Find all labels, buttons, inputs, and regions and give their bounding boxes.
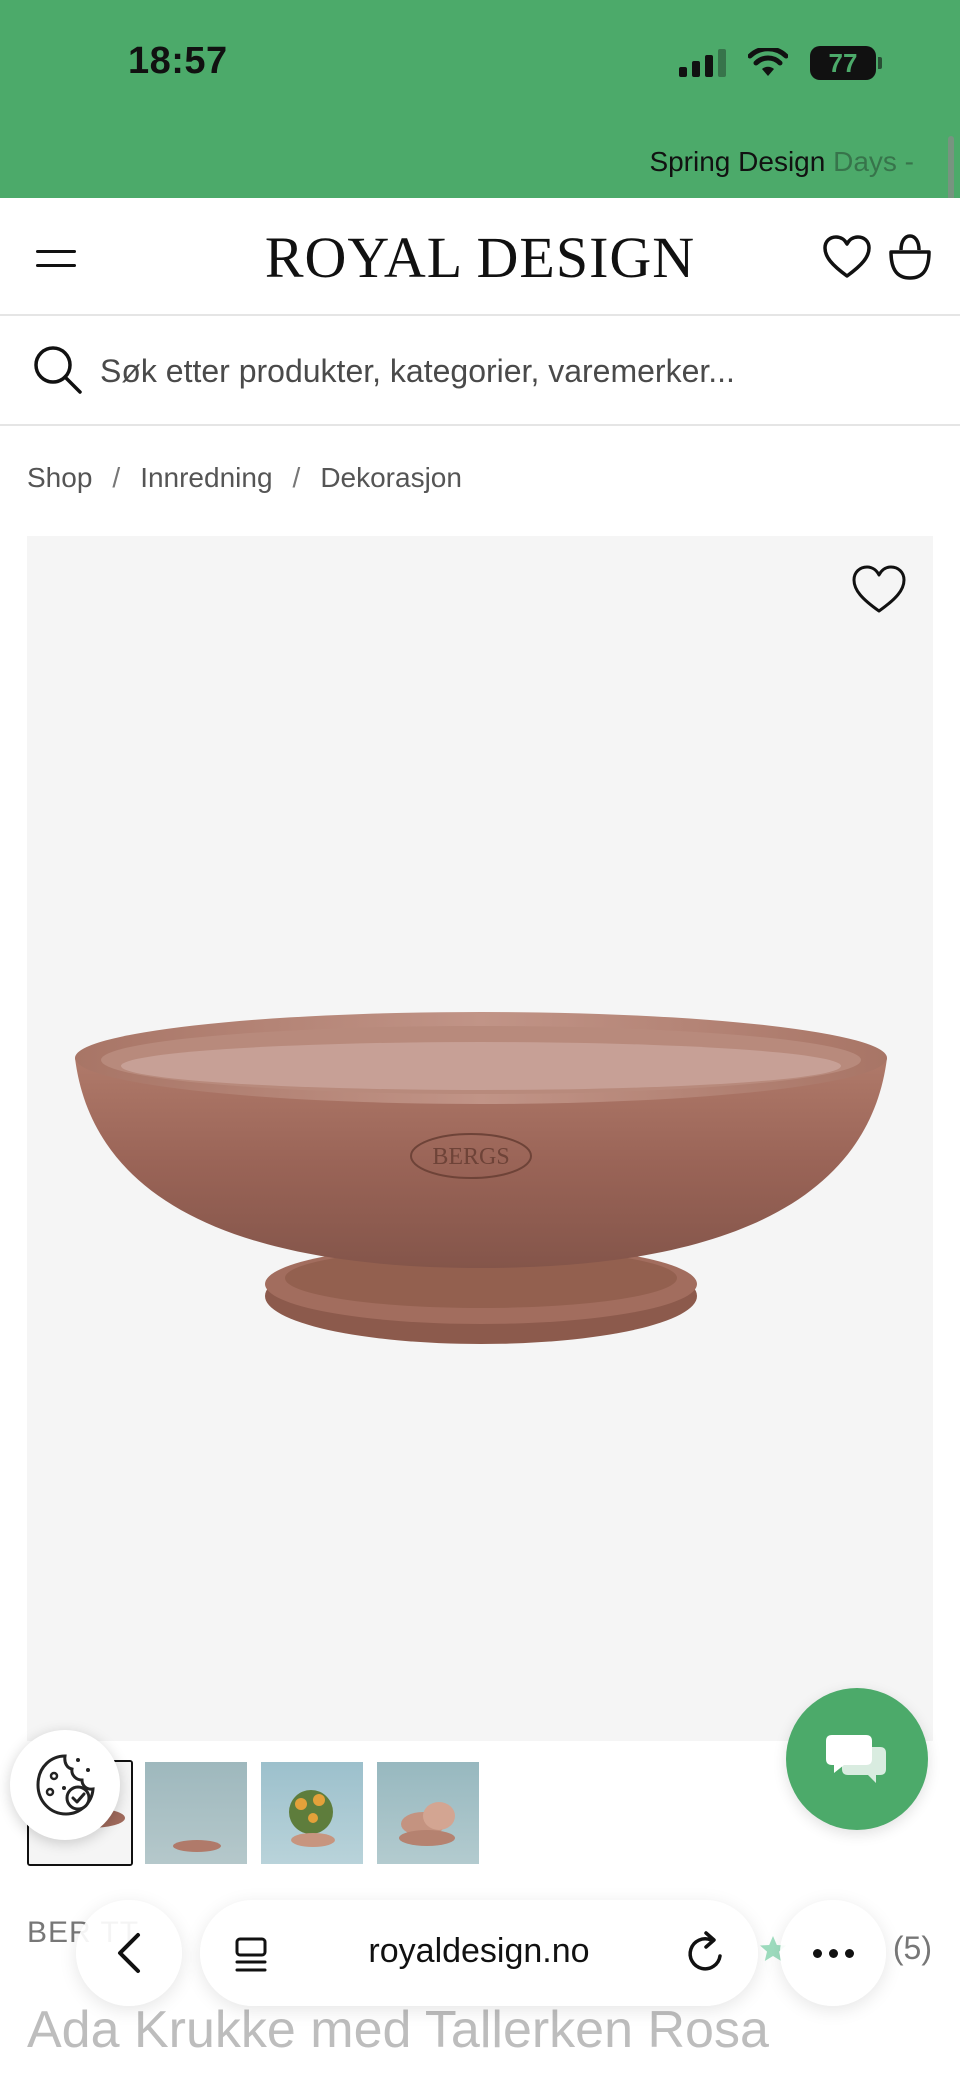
battery-icon: 77 — [810, 46, 882, 80]
breadcrumb: Shop / Innredning / Dekorasjon — [27, 462, 462, 494]
shopping-bag-icon[interactable] — [886, 232, 934, 282]
thumbnail-2[interactable] — [143, 1760, 249, 1866]
browser-more-button[interactable] — [780, 1900, 886, 2006]
product-bowl-illustration: BERGS — [75, 1012, 887, 1344]
status-time: 18:57 — [128, 40, 228, 82]
breadcrumb-separator: / — [112, 462, 121, 493]
signal-icon — [679, 49, 726, 77]
breadcrumb-shop[interactable]: Shop — [27, 462, 92, 494]
search-input[interactable] — [100, 346, 880, 396]
breadcrumb-separator: / — [292, 462, 301, 493]
reload-icon[interactable] — [684, 1930, 728, 1976]
promo-text: Spring Design — [649, 146, 826, 177]
breadcrumb-innredning[interactable]: Innredning — [140, 462, 272, 494]
promo-banner[interactable]: Spring Design Days - — [649, 146, 914, 178]
status-bar: 18:57 77 Spring Design Days - — [0, 0, 960, 198]
thumbnail-3[interactable] — [259, 1760, 365, 1866]
browser-address-bar[interactable]: royaldesign.no — [200, 1900, 758, 2006]
chat-bubbles-icon — [826, 1735, 886, 1783]
favorite-heart-icon[interactable] — [851, 564, 907, 616]
more-dot — [844, 1948, 854, 1958]
product-image[interactable]: BERGS — [27, 536, 933, 1741]
breadcrumb-dekorasjon[interactable]: Dekorasjon — [320, 462, 462, 494]
thumbnail-4[interactable] — [375, 1760, 481, 1866]
chevron-left-icon — [118, 1933, 140, 1973]
more-dot — [812, 1948, 822, 1958]
wishlist-heart-icon[interactable] — [822, 234, 872, 280]
status-icons: 77 — [679, 46, 882, 80]
cookie-consent-button[interactable] — [10, 1730, 120, 1840]
wifi-icon — [748, 48, 788, 76]
bowl-stamp: BERGS — [432, 1144, 509, 1170]
cookie-icon — [36, 1754, 95, 1816]
promo-text-fade: Days - — [833, 146, 914, 177]
more-dot — [828, 1948, 838, 1958]
browser-url[interactable]: royaldesign.no — [200, 1932, 758, 1971]
browser-toolbar: royaldesign.no — [0, 1888, 960, 2018]
site-logo[interactable]: ROYAL DESIGN — [0, 224, 960, 291]
browser-back-button[interactable] — [76, 1900, 182, 2006]
site-header: ROYAL DESIGN — [0, 198, 960, 316]
chat-button[interactable] — [786, 1688, 928, 1830]
search-bar — [0, 316, 960, 426]
search-icon[interactable] — [32, 344, 84, 396]
